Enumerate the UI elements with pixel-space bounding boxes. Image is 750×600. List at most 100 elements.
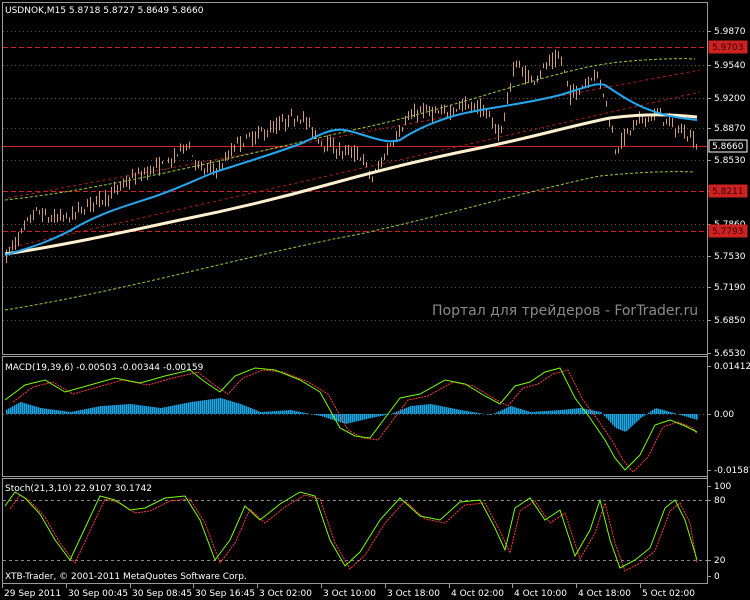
macd-histogram-bar — [468, 411, 470, 414]
macd-histogram-bar — [212, 399, 214, 414]
macd-histogram-bar — [44, 408, 46, 414]
terminal-chart[interactable]: USDNOK,M15 5.8718 5.8727 5.8649 5.8660 П… — [0, 0, 750, 600]
macd-histogram-bar — [18, 403, 20, 414]
macd-histogram-bar — [494, 413, 496, 414]
chart-title: USDNOK,M15 5.8718 5.8727 5.8649 5.8660 — [5, 6, 204, 16]
macd-histogram-bar — [302, 412, 304, 414]
macd-histogram-bar — [380, 414, 382, 416]
macd-histogram-bar — [542, 411, 544, 414]
macd-histogram-bar — [536, 411, 538, 414]
macd-histogram-bar — [696, 414, 698, 420]
macd-histogram-bar — [300, 412, 302, 414]
chart-background — [0, 0, 750, 600]
macd-histogram-bar — [454, 408, 456, 414]
macd-histogram-bar — [226, 399, 228, 414]
macd-histogram-bar — [140, 405, 142, 414]
macd-histogram-bar — [438, 405, 440, 414]
macd-histogram-bar — [578, 408, 580, 414]
macd-histogram-bar — [634, 414, 636, 424]
macd-histogram-bar — [224, 399, 226, 414]
macd-histogram-bar — [514, 407, 516, 414]
macd-histogram-bar — [264, 411, 266, 414]
macd-histogram-bar — [146, 406, 148, 414]
macd-histogram-bar — [94, 407, 96, 414]
macd-histogram-bar — [266, 411, 268, 414]
macd-histogram-bar — [72, 411, 74, 414]
macd-histogram-bar — [620, 414, 622, 430]
macd-histogram-bar — [428, 404, 430, 414]
macd-histogram-bar — [280, 410, 282, 414]
macd-histogram-bar — [142, 405, 144, 414]
macd-histogram-bar — [58, 410, 60, 414]
macd-histogram-bar — [220, 398, 222, 414]
macd-histogram-bar — [252, 408, 254, 414]
macd-histogram-bar — [24, 403, 26, 414]
macd-histogram-bar — [434, 404, 436, 414]
macd-histogram-bar — [446, 407, 448, 414]
macd-histogram-bar — [174, 405, 176, 414]
macd-histogram-bar — [528, 411, 530, 414]
macd-histogram-bar — [206, 399, 208, 414]
macd-histogram-bar — [632, 414, 634, 426]
macd-histogram-bar — [276, 410, 278, 414]
macd-histogram-bar — [208, 399, 210, 414]
macd-histogram-bar — [372, 414, 374, 418]
macd-histogram-bar — [86, 408, 88, 414]
copyright: XTB-Trader, © 2001-2011 MetaQuotes Softw… — [5, 572, 247, 582]
time-tick-label: 30 Sep 16:45 — [195, 589, 255, 599]
level-label: 5.8211 — [712, 187, 744, 197]
macd-histogram-bar — [384, 414, 386, 416]
macd-histogram-bar — [262, 411, 264, 414]
macd-histogram-bar — [100, 406, 102, 414]
price-tick-label: 5.7190 — [714, 283, 746, 293]
macd-histogram-bar — [132, 404, 134, 414]
macd-histogram-bar — [402, 409, 404, 414]
macd-histogram-bar — [70, 412, 72, 414]
macd-histogram-bar — [106, 405, 108, 414]
time-tick-label: 3 Oct 02:00 — [259, 589, 312, 599]
macd-histogram-bar — [184, 403, 186, 414]
price-tick-label: 5.8870 — [714, 124, 746, 134]
macd-histogram-bar — [96, 406, 98, 414]
macd-histogram-bar — [60, 410, 62, 414]
macd-histogram-bar — [172, 405, 174, 414]
time-tick-label: 4 Oct 02:00 — [451, 589, 504, 599]
macd-histogram-bar — [688, 414, 690, 418]
macd-histogram-bar — [196, 401, 198, 414]
ohlc-values: 5.8718 5.8727 5.8649 5.8660 — [69, 6, 204, 16]
macd-histogram-bar — [562, 409, 564, 414]
time-tick-label: 30 Sep 00:45 — [68, 589, 128, 599]
macd-histogram-bar — [294, 410, 296, 414]
macd-histogram-bar — [684, 414, 686, 417]
macd-histogram-bar — [474, 412, 476, 414]
macd-histogram-bar — [504, 408, 506, 414]
macd-histogram-bar — [64, 411, 66, 414]
macd-histogram-bar — [418, 405, 420, 414]
macd-histogram-bar — [258, 411, 260, 414]
macd-histogram-bar — [278, 410, 280, 414]
macd-histogram-bar — [554, 410, 556, 414]
macd-histogram-bar — [450, 408, 452, 414]
macd-histogram-bar — [508, 406, 510, 414]
macd-histogram-bar — [668, 411, 670, 414]
macd-histogram-bar — [152, 406, 154, 414]
level-label: 5.8660 — [712, 142, 744, 152]
macd-histogram-bar — [424, 404, 426, 414]
macd-histogram-bar — [274, 411, 276, 414]
macd-histogram-bar — [154, 407, 156, 414]
macd-histogram-bar — [638, 414, 640, 420]
macd-histogram-bar — [222, 398, 224, 414]
macd-histogram-bar — [502, 409, 504, 414]
macd-histogram-bar — [694, 414, 696, 420]
macd-histogram-bar — [670, 412, 672, 414]
macd-histogram-bar — [682, 414, 684, 416]
macd-histogram-bar — [626, 414, 628, 432]
macd-histogram-bar — [426, 404, 428, 414]
macd-histogram-bar — [574, 408, 576, 414]
time-tick-label: 4 Oct 10:00 — [514, 589, 567, 599]
macd-histogram-bar — [382, 414, 384, 416]
macd-histogram-bar — [244, 405, 246, 414]
macd-histogram-bar — [170, 406, 172, 414]
macd-histogram-bar — [110, 405, 112, 414]
macd-histogram-bar — [164, 407, 166, 414]
